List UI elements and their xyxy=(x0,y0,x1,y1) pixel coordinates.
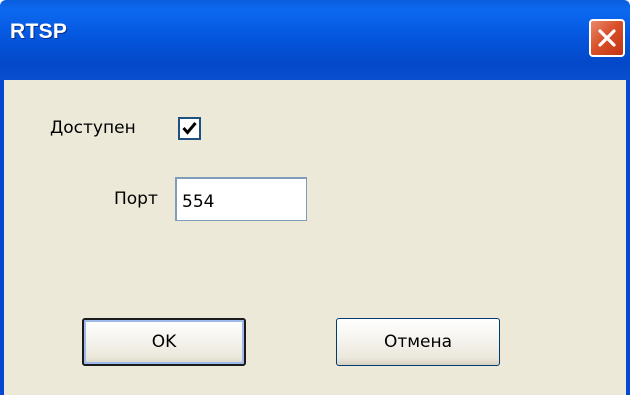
enabled-label: Доступен xyxy=(50,118,136,138)
port-input[interactable] xyxy=(175,177,307,221)
title-bar[interactable]: RTSP xyxy=(0,0,630,80)
enabled-checkbox[interactable] xyxy=(178,117,201,140)
cancel-button[interactable]: Отмена xyxy=(336,318,500,366)
port-label: Порт xyxy=(114,189,158,209)
close-icon xyxy=(598,29,616,47)
ok-button[interactable]: OK xyxy=(82,318,246,366)
rtsp-dialog-window: RTSP Доступен Порт OK Отмена xyxy=(0,0,630,395)
close-button[interactable] xyxy=(589,19,625,57)
checkmark-icon xyxy=(182,122,197,135)
window-title: RTSP xyxy=(10,20,68,43)
